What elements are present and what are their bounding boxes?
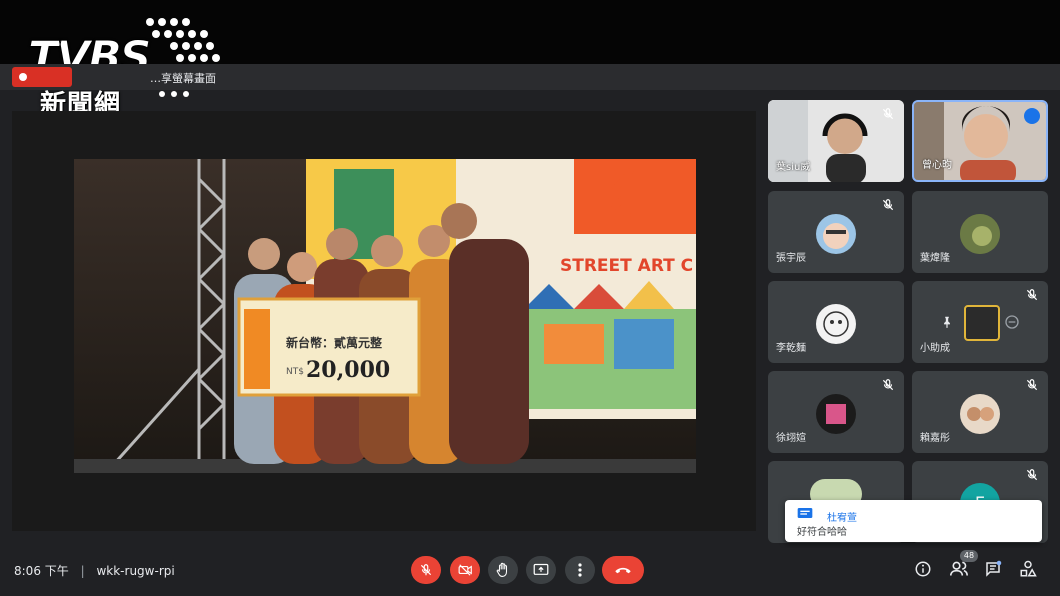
participant-tile-hovered[interactable]: 小助成 [912,281,1048,363]
meeting-separator: | [80,564,85,578]
check-title: 新台幣：貳萬元整 [286,335,382,350]
participant-name: 小助成 [920,343,950,354]
mic-off-icon [1026,469,1038,481]
participant-tile[interactable]: 張宇辰 [768,191,904,273]
raise-hand-icon [496,562,508,577]
participant-tile[interactable]: 葉siu威 [768,100,904,182]
avatar [960,394,1000,434]
presentation-label: …享螢幕畫面 [150,72,216,85]
people-button[interactable]: 48 [949,550,978,580]
avatar [816,214,856,254]
chat-sender-name: 杜宥萱 [827,513,857,524]
presented-photo: 狂 STREET ART C 新台幣：貳萬元整 NT$ 20,000 [74,159,696,473]
remove-icon[interactable] [1004,314,1020,330]
present-screen-button[interactable] [526,556,556,584]
participant-name: 曾心昀 [922,160,952,171]
participant-name: 賴嘉彤 [920,433,950,444]
chat-notification[interactable]: 杜宥萱 好符合哈哈 [785,500,1042,542]
participant-tile[interactable]: 賴嘉彤 [912,371,1048,453]
more-vert-icon [578,563,582,577]
mic-off-icon [420,564,432,576]
participant-tile[interactable]: 徐翊媗 [768,371,904,453]
mic-off-icon [882,108,894,120]
mic-off-icon [1026,289,1038,301]
banner-big-char: 狂 [609,164,669,234]
recording-badge [12,67,72,87]
participant-name: 葉煒隆 [920,253,950,264]
mic-off-icon [882,199,894,211]
participant-name: 葉siu威 [776,162,811,173]
meeting-code: wkk-rugw-rpi [96,564,175,578]
logo-dots-decoration [146,18,220,97]
avatar [816,304,856,344]
activities-icon[interactable] [1019,560,1037,578]
more-options-button[interactable] [565,556,595,584]
mic-off-icon [1026,379,1038,391]
participant-tile[interactable]: 葉煒隆 [912,191,1048,273]
stage-photo-illustration: 狂 STREET ART C 新台幣：貳萬元整 NT$ 20,000 [74,159,696,473]
avatar [964,305,1000,341]
pin-icon[interactable] [940,315,954,329]
participant-tile[interactable]: 李乾麵 [768,281,904,363]
people-count-badge: 48 [960,550,978,562]
record-dot-icon [19,73,27,81]
banner-street-art: STREET ART C [560,256,693,276]
camera-off-icon [458,564,472,576]
hang-up-icon [615,567,631,574]
speaking-indicator-icon [1024,108,1040,124]
participant-name: 徐翊媗 [776,433,806,444]
meeting-info: 8:06 下午 | wkk-rugw-rpi [14,562,175,579]
avatar [960,214,1000,254]
check-amount: 20,000 [306,357,390,383]
camera-toggle-button[interactable] [450,556,480,584]
raise-hand-button[interactable] [488,556,518,584]
chat-message-text: 好符合哈哈 [797,527,847,538]
participant-tile-speaking[interactable]: 曾心昀 [912,100,1048,182]
leave-call-button[interactable] [602,556,644,584]
participant-name: 李乾麵 [776,343,806,354]
participant-name: 張宇辰 [776,253,806,264]
people-icon [950,561,968,576]
chat-icon[interactable] [984,560,1002,578]
chat-message-icon [797,508,813,518]
avatar [816,394,856,434]
check-prefix: NT$ [286,367,304,377]
info-icon[interactable] [914,560,932,578]
mic-off-icon [882,379,894,391]
mic-toggle-button[interactable] [411,556,441,584]
present-screen-icon [533,563,549,575]
meeting-time: 8:06 下午 [14,564,69,578]
